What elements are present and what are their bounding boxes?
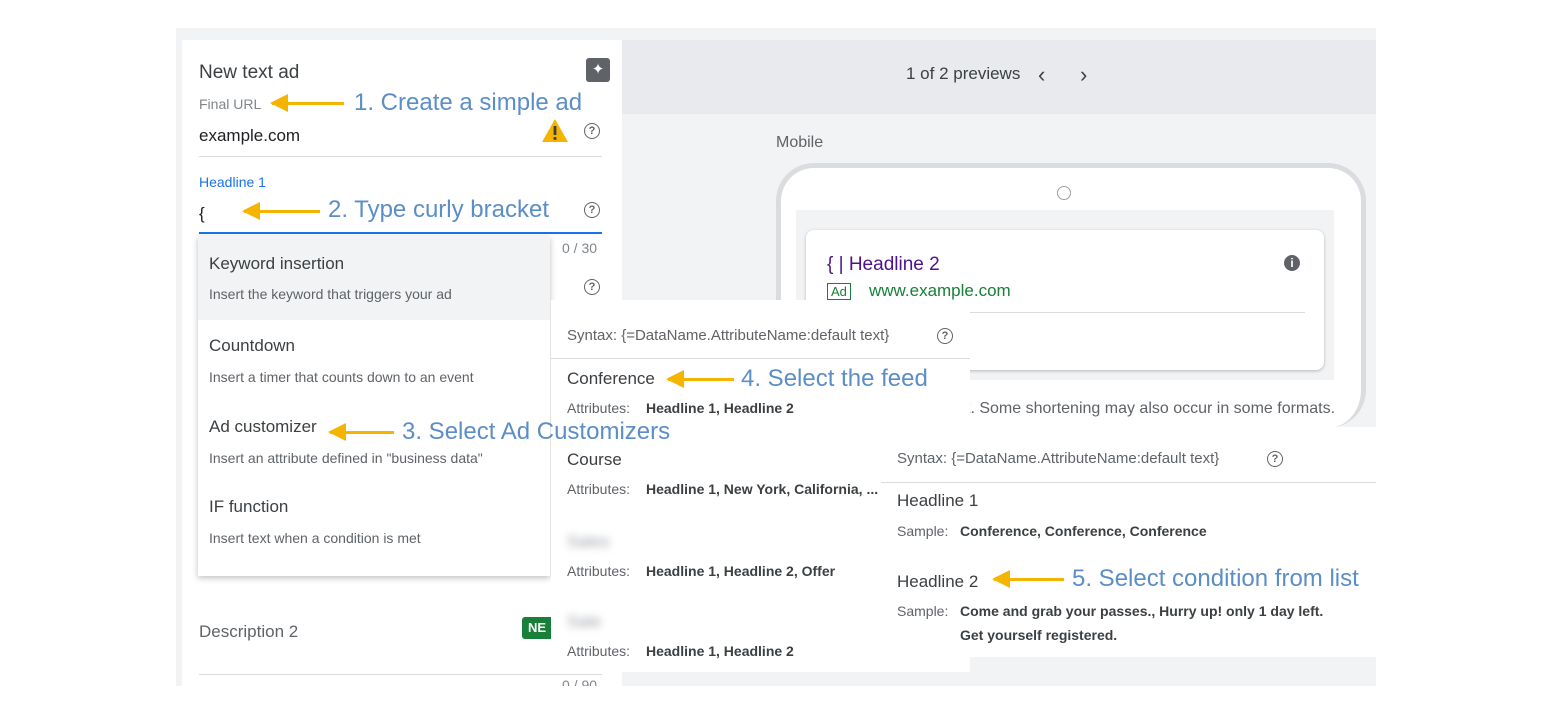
help-icon[interactable]: ? xyxy=(584,279,600,295)
feed-attributes-label: Attributes: xyxy=(567,563,631,579)
final-url-label: Final URL xyxy=(199,96,262,112)
menu-item-if-function[interactable] xyxy=(198,480,550,570)
menu-item-description: Insert text when a condition is met xyxy=(209,530,421,546)
chevron-right-icon[interactable]: › xyxy=(1080,62,1087,88)
menu-item-description: Insert the keyword that triggers your ad xyxy=(209,286,452,302)
annotation-step-3: 3. Select Ad Customizers xyxy=(402,418,671,445)
panel-title: New text ad xyxy=(199,62,300,83)
headline1-input[interactable]: { xyxy=(199,204,205,224)
attribute-sample: Come and grab your passes., Hurry up! on… xyxy=(960,603,1324,619)
sample-label: Sample: xyxy=(897,523,949,539)
headline1-char-count: 0 / 30 xyxy=(562,240,598,256)
help-icon[interactable]: ? xyxy=(584,202,600,218)
menu-item-description: Insert an attribute defined in "business… xyxy=(209,450,483,466)
feed-attributes-label: Attributes: xyxy=(567,400,631,416)
attribute-sample: Conference, Conference, Conference xyxy=(960,523,1207,539)
warning-icon xyxy=(542,119,568,142)
feed-name: Course xyxy=(567,450,622,469)
feed-name-blurred: Sale xyxy=(567,612,602,631)
feed-attributes-label: Attributes: xyxy=(567,643,631,659)
menu-item-title: IF function xyxy=(209,497,289,516)
help-icon[interactable]: ? xyxy=(937,328,953,344)
menu-item-description: Insert a timer that counts down to an ev… xyxy=(209,369,474,385)
sample-label: Sample: xyxy=(897,603,949,619)
preview-counter: 1 of 2 previews xyxy=(906,64,1021,83)
feed-attributes: Headline 1, Headline 2 xyxy=(646,643,794,659)
feed-name: Conference xyxy=(567,369,655,388)
attribute-name: Headline 2 xyxy=(897,572,979,591)
field-divider xyxy=(199,156,602,157)
arrow-icon xyxy=(270,94,344,112)
description2-label: Description 2 xyxy=(199,622,299,641)
description2-char-count: 0 / 90 xyxy=(562,680,597,686)
feed-attributes: Headline 1, Headline 2, Offer xyxy=(646,563,836,579)
headline1-label: Headline 1 xyxy=(199,174,266,190)
final-url-input[interactable]: example.com xyxy=(199,126,300,146)
help-icon[interactable]: ? xyxy=(584,123,600,139)
feed-name-blurred: Sales xyxy=(567,532,610,551)
feed-attributes-label: Attributes: xyxy=(567,481,631,497)
feed-syntax-hint: Syntax: {=DataName.AttributeName:default… xyxy=(567,327,890,344)
attribute-name: Headline 1 xyxy=(897,491,979,510)
chevron-left-icon[interactable]: ‹ xyxy=(1038,62,1045,88)
attribute-syntax-hint: Syntax: {=DataName.AttributeName:default… xyxy=(897,450,1220,467)
sparkle-icon[interactable]: ✦ xyxy=(586,58,610,82)
help-icon[interactable]: ? xyxy=(1267,451,1283,467)
headline1-underline xyxy=(199,232,602,234)
menu-item-countdown[interactable] xyxy=(198,320,550,400)
device-label: Mobile xyxy=(776,134,824,151)
preview-note: xt. Some shortening may also occur in so… xyxy=(958,400,1336,417)
annotation-step-4: 4. Select the feed xyxy=(741,365,928,392)
info-icon[interactable]: i xyxy=(1284,255,1300,271)
menu-item-keyword-insertion[interactable] xyxy=(198,236,550,320)
menu-item-title: Ad customizer xyxy=(209,417,317,436)
menu-item-title: Keyword insertion xyxy=(209,254,345,273)
arrow-icon xyxy=(666,370,734,388)
phone-camera xyxy=(1057,186,1071,200)
arrow-icon xyxy=(328,423,394,441)
arrow-icon xyxy=(992,570,1064,588)
annotation-step-1: 1. Create a simple ad xyxy=(354,89,583,116)
feed-attributes: Headline 1, New York, California, ... xyxy=(646,481,879,497)
attribute-sample-continued: Get yourself registered. xyxy=(960,627,1118,643)
annotation-step-2: 2. Type curly bracket xyxy=(328,196,549,223)
arrow-icon xyxy=(242,202,320,220)
ad-badge: Ad xyxy=(827,283,851,300)
ad-url: www.example.com xyxy=(869,281,1011,300)
menu-item-title: Countdown xyxy=(209,336,296,355)
annotation-step-5: 5. Select condition from list xyxy=(1072,565,1359,592)
feed-attributes: Headline 1, Headline 2 xyxy=(646,400,794,416)
attribute-divider xyxy=(881,482,1376,483)
feed-divider xyxy=(551,358,970,359)
ad-headline: { | Headline 2 xyxy=(827,254,940,275)
field-divider xyxy=(199,674,602,675)
